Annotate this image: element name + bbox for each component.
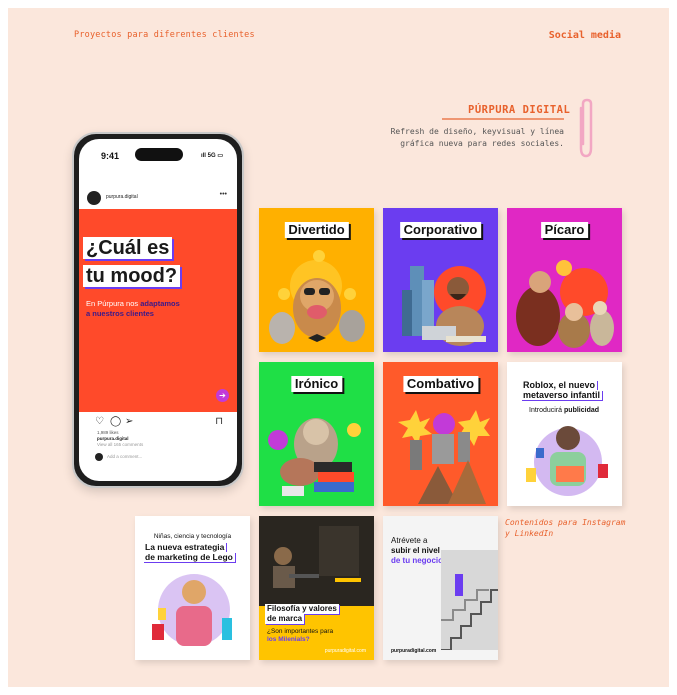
filosofia-title-2: de marca	[265, 614, 305, 624]
card-divertido: Divertido	[259, 208, 374, 352]
filosofia-sub-2: los Milenials?	[267, 636, 310, 643]
brand-name: PÚRPURA DIGITAL	[468, 104, 571, 116]
businessman-collage	[402, 266, 486, 346]
post-actions: ♡ ◯ ➢ ⊓	[79, 416, 237, 430]
roblox-title: Roblox, el nuevo metaverso infantil	[521, 380, 603, 400]
phone-screen: 9:41 ıll 5G ▭ purpura.digital ••• ¿Cuál …	[79, 139, 237, 481]
roblox-subtitle: Introducirá publicidad	[529, 406, 599, 415]
add-comment-row[interactable]: Add a comment...	[95, 453, 142, 461]
negocio-link[interactable]: purpuradigital.com	[391, 648, 436, 654]
network-label: 5G	[207, 153, 216, 159]
lego-title-2: de marketing de Lego	[143, 552, 235, 562]
post-username[interactable]: purpura.digital	[106, 194, 138, 200]
post-subtext: En Púrpura nos adaptamos a nuestros clie…	[86, 299, 226, 319]
negocio-text: Atrévete a subir el nivel de tu negocio	[391, 536, 443, 566]
phone-mockup: 9:41 ıll 5G ▭ purpura.digital ••• ¿Cuál …	[72, 132, 244, 488]
negocio-line-2: subir el nivel	[391, 546, 440, 555]
card-roblox: Roblox, el nuevo metaverso infantil Intr…	[507, 362, 622, 506]
post-image: ¿Cuál es tu mood? En Púrpura nos adaptam…	[79, 209, 237, 412]
section-title: Social media	[548, 30, 621, 41]
card-picaro: Pícaro	[507, 208, 622, 352]
filosofia-subtitle: ¿Son importantes para los Milenials?	[267, 628, 333, 644]
arrow-right-icon[interactable]: ➔	[216, 389, 229, 402]
add-comment-input[interactable]: Add a comment...	[107, 454, 142, 459]
signal-indicator: ıll 5G ▭	[200, 153, 223, 159]
lego-title: La nueva estrategia de marketing de Lego	[143, 542, 235, 562]
bookmark-icon[interactable]: ⊓	[215, 416, 223, 427]
card-lego: Niñas, ciencia y tecnología La nueva est…	[135, 516, 250, 660]
lego-top: Niñas, ciencia y tecnología	[153, 533, 232, 540]
card-label-combativo: Combativo	[402, 376, 479, 392]
content-note-line-2: y LinkedIn	[505, 528, 554, 538]
card-label-picaro: Pícaro	[540, 222, 589, 238]
kid-tablet-collage	[526, 426, 608, 496]
card-filosofia: Filosofía y valores de marca ¿Son import…	[259, 516, 374, 660]
lego-title-1: La nueva estrategia	[143, 542, 227, 552]
post-sub-plain: En Púrpura nos	[86, 299, 141, 308]
negocio-line-1: Atrévete a	[391, 536, 428, 545]
description-line-2: gráfica nueva para redes sociales.	[400, 139, 564, 148]
project-description: Refresh de diseño, keyvisual y línea grá…	[368, 126, 564, 150]
description-line-1: Refresh de diseño, keyvisual y línea	[390, 127, 564, 136]
brand-underline	[442, 118, 564, 120]
roblox-title-1: Roblox, el nuevo	[521, 380, 598, 390]
negocio-line-3: de tu negocio	[391, 556, 443, 565]
paperclip-icon	[579, 98, 593, 158]
dog-cats-collage	[269, 250, 365, 344]
filosofia-sub-1: ¿Son importantes para	[267, 628, 334, 635]
view-comments-link[interactable]: View all 165 comments	[97, 442, 143, 448]
more-options-icon[interactable]: •••	[220, 191, 227, 198]
page-subtitle: Proyectos para diferentes clientes	[74, 30, 255, 40]
filosofia-title-1: Filosofía y valores	[265, 604, 339, 614]
card-ironico: Irónico	[259, 362, 374, 506]
post-sub-bold-2: a nuestros clientes	[86, 309, 154, 318]
mini-avatar	[95, 453, 103, 461]
content-note-line-1: Contenidos para Instagram	[505, 518, 626, 527]
post-headline-2: tu mood?	[83, 265, 181, 287]
send-icon[interactable]: ➢	[125, 416, 133, 427]
post-meta: 1,989 likes purpura.digital View all 165…	[97, 430, 143, 448]
comment-icon[interactable]: ◯	[110, 416, 121, 427]
filosofia-link[interactable]: purpuradigital.com	[325, 648, 366, 654]
statue-collage	[268, 418, 361, 496]
card-label-divertido: Divertido	[284, 222, 349, 238]
stairs-photo	[441, 550, 498, 650]
roblox-sub-bold: publicidad	[564, 407, 600, 414]
status-bar: 9:41 ıll 5G ▭	[79, 139, 237, 169]
heart-icon[interactable]: ♡	[95, 416, 104, 427]
card-label-ironico: Irónico	[290, 376, 343, 392]
roblox-sub-plain: Introducirá	[529, 407, 565, 414]
post-sub-bold-1: adaptamos	[140, 299, 180, 308]
post-headline-1: ¿Cuál es	[83, 237, 173, 259]
content-note: Contenidos para Instagram y LinkedIn	[505, 518, 635, 539]
card-label-corporativo: Corporativo	[399, 222, 482, 238]
filosofia-title: Filosofía y valores de marca	[265, 604, 339, 624]
card-corporativo: Corporativo	[383, 208, 498, 352]
post-header: purpura.digital •••	[79, 187, 237, 209]
card-combativo: Combativo	[383, 362, 498, 506]
roblox-title-2: metaverso infantil	[521, 390, 603, 400]
card-negocio: Atrévete a subir el nivel de tu negocio …	[383, 516, 498, 660]
office-photo	[259, 516, 374, 606]
avatar[interactable]	[87, 191, 101, 205]
status-time: 9:41	[101, 151, 120, 161]
robot-collage	[398, 410, 490, 504]
portfolio-page: Proyectos para diferentes clientes Socia…	[8, 8, 669, 687]
dynamic-island	[135, 148, 183, 161]
painting-collage	[516, 260, 614, 348]
girl-lego-collage	[152, 574, 232, 646]
